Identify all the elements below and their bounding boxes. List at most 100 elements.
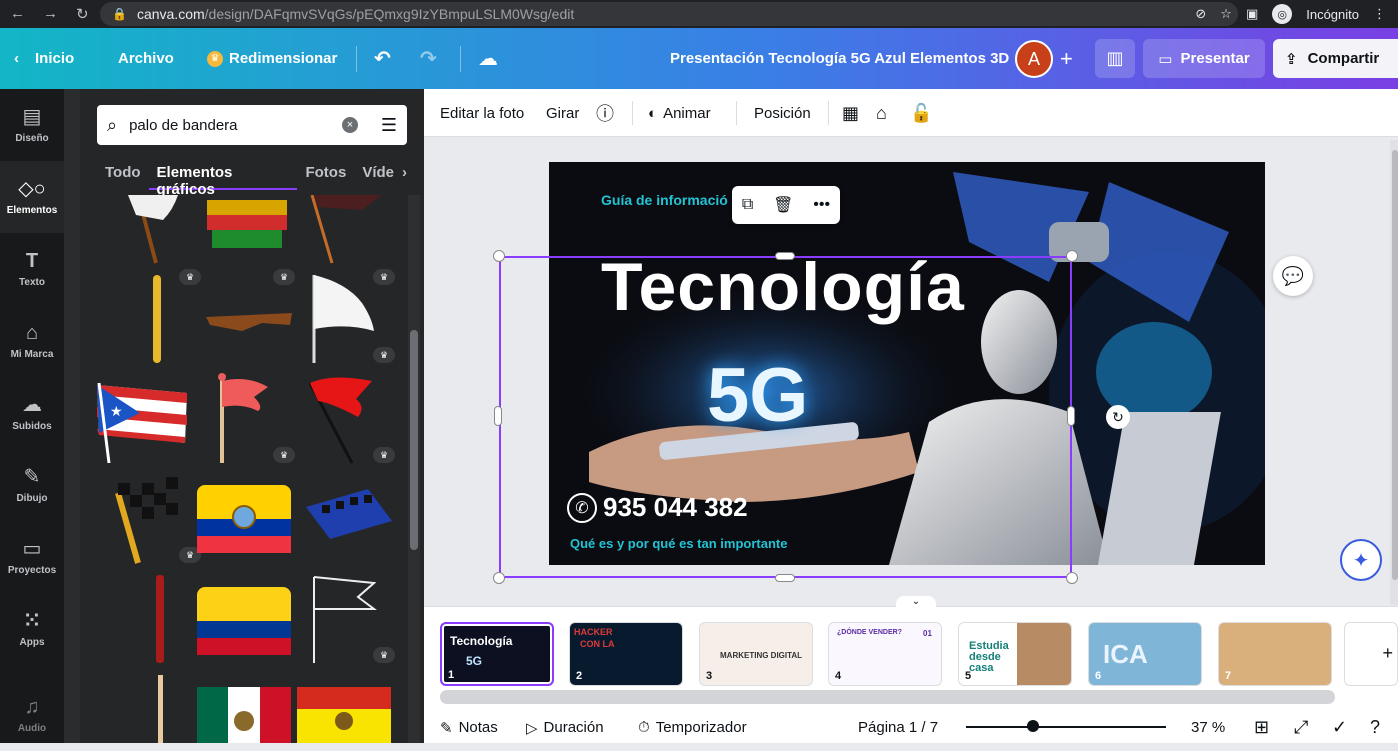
bolivia-flag-graphic[interactable] — [297, 687, 391, 743]
chevron-down-icon[interactable]: ⌄ — [896, 596, 936, 610]
trash-icon[interactable]: 🗑 — [773, 195, 793, 215]
info-icon[interactable]: ⓘ — [596, 89, 614, 137]
slide-subtitle[interactable]: Guía de informació — [601, 192, 728, 208]
zoom-slider[interactable] — [966, 726, 1166, 728]
more-icon[interactable]: ••• — [813, 196, 830, 214]
tab-graphics[interactable]: Elementos gráficos — [148, 160, 298, 198]
page-thumb-5[interactable]: Estudia desde casa 5 — [958, 622, 1072, 686]
tab-all[interactable]: Todo — [97, 160, 149, 190]
outline-flag-graphic[interactable]: ♛ — [302, 573, 397, 663]
add-collaborator-icon[interactable]: + — [1060, 28, 1073, 89]
rail-item-uploads[interactable]: ☁ Subidos — [0, 377, 64, 449]
lock-icon[interactable]: 🔓 — [910, 89, 932, 137]
rail-item-draw[interactable]: ✎ Dibujo — [0, 449, 64, 521]
wood-branch-graphic[interactable] — [202, 273, 297, 363]
page-thumb-4[interactable]: ¿DÓNDE VENDER? 01 4 — [828, 622, 942, 686]
rail-item-projects[interactable]: ▭ Proyectos — [0, 521, 64, 593]
rotate-button[interactable]: Girar — [546, 89, 579, 137]
add-page-button[interactable]: + — [1344, 622, 1398, 686]
position-button[interactable]: Posición — [754, 89, 811, 137]
resize-button[interactable]: ♛ Redimensionar — [207, 28, 337, 89]
paint-roller-icon[interactable]: ⌂ — [876, 89, 887, 137]
redo-icon[interactable]: ↷ — [420, 28, 437, 89]
undo-icon[interactable]: ↶ — [374, 28, 391, 89]
edit-photo-button[interactable]: Editar la foto — [440, 89, 524, 137]
mexico-flag-graphic[interactable] — [197, 687, 291, 743]
notes-button[interactable]: ✎ Notas — [440, 712, 498, 743]
tab-videos[interactable]: Víde — [354, 160, 402, 190]
grid-view-icon[interactable]: ⊞ — [1254, 712, 1269, 743]
resize-handle-tr[interactable] — [1066, 250, 1078, 262]
page-thumb-2[interactable]: HACKER CON LA 2 — [569, 622, 683, 686]
memory-chip-graphic[interactable] — [302, 487, 397, 577]
page-thumb-3[interactable]: MARKETING DIGITAL 3 — [699, 622, 813, 686]
canvas-scroll-thumb[interactable] — [1392, 150, 1398, 580]
rail-item-text[interactable]: T Texto — [0, 233, 64, 305]
rail-item-apps[interactable]: ⁙ Apps — [0, 593, 64, 665]
wooden-pole-graphic[interactable] — [108, 673, 203, 743]
avatar[interactable]: A — [1015, 40, 1053, 78]
rail-item-elements[interactable]: ◇○ Elementos — [0, 161, 64, 233]
flag-white-pole-graphic[interactable]: ♛ — [108, 195, 203, 285]
address-bar[interactable]: 🔒 canva.com /design/DAFqmvSVqGs/pEQmxg9I… — [100, 2, 1238, 26]
rail-item-brand[interactable]: ⌂ Mi Marca — [0, 305, 64, 377]
red-flag-pole-graphic[interactable]: ♛ — [202, 373, 297, 463]
colombia-flag-graphic[interactable] — [197, 587, 291, 655]
check-circle-icon[interactable]: ✓ — [1332, 712, 1347, 743]
zoom-value[interactable]: 37 % — [1191, 712, 1225, 743]
resize-handle-br[interactable] — [1066, 572, 1078, 584]
duration-button[interactable]: ▷ Duración — [526, 712, 604, 743]
transparency-icon[interactable]: ▦ — [842, 89, 859, 137]
home-button[interactable]: ‹ Inicio — [14, 28, 74, 89]
clear-icon[interactable]: × — [342, 117, 358, 133]
eye-off-icon[interactable]: ⊘ — [1195, 6, 1206, 22]
resize-handle-right[interactable] — [1067, 406, 1075, 426]
present-button[interactable]: ▭ Presentar — [1143, 39, 1265, 78]
page-thumb-1[interactable]: Tecnología 5G 1 — [440, 622, 554, 686]
page-thumb-6[interactable]: ICA 6 — [1088, 622, 1202, 686]
chevron-right-icon[interactable]: › — [402, 160, 407, 190]
incognito-icon[interactable]: ◎ — [1272, 4, 1293, 24]
resize-handle-left[interactable] — [494, 406, 502, 426]
magic-assistant-button[interactable]: ✦ — [1340, 539, 1382, 581]
cloud-saved-icon[interactable]: ☁ — [478, 28, 498, 89]
rail-item-audio[interactable]: ♫ Audio — [0, 679, 64, 751]
filter-icon[interactable]: ☰ — [381, 115, 397, 136]
puerto-rico-flag-graphic[interactable]: ★ — [95, 373, 190, 464]
resize-handle-top[interactable] — [775, 252, 795, 260]
rail-item-design[interactable]: ▤ Diseño — [0, 89, 64, 161]
document-title[interactable]: Presentación Tecnología 5G Azul Elemento… — [670, 28, 1009, 89]
back-icon[interactable]: ← — [10, 5, 25, 23]
menu-icon[interactable]: ⋮ — [1373, 6, 1386, 22]
page-indicator[interactable]: Página 1 / 7 — [858, 712, 938, 743]
resize-handle-bl[interactable] — [493, 572, 505, 584]
resize-handle-bottom[interactable] — [775, 574, 795, 582]
star-icon[interactable]: ☆ — [1220, 6, 1232, 22]
sidepanel-icon[interactable]: ▣ — [1246, 6, 1258, 22]
add-comment-button[interactable]: 💬 — [1273, 256, 1313, 296]
file-menu[interactable]: Archivo — [118, 28, 174, 89]
flag-dark-graphic[interactable]: ♛ — [302, 195, 397, 285]
fullscreen-icon[interactable]: ⤢ — [1294, 712, 1308, 743]
filmstrip-scrollbar[interactable] — [440, 690, 1335, 704]
resize-handle-tl[interactable] — [493, 250, 505, 262]
forward-icon[interactable]: → — [43, 5, 58, 23]
checkered-flag-graphic[interactable]: ♛ — [108, 473, 203, 564]
search-input[interactable]: ⌕ palo de bandera × ☰ — [97, 105, 407, 145]
insights-button[interactable]: ▥ — [1095, 39, 1135, 78]
panel-scroll-thumb[interactable] — [410, 330, 418, 550]
animate-button[interactable]: ◐ Animar — [648, 89, 711, 137]
ecuador-flag-graphic[interactable] — [197, 485, 291, 553]
duplicate-icon[interactable]: ⧉ — [742, 196, 753, 214]
flag-bunting-graphic[interactable]: ♛ — [202, 195, 297, 285]
tab-photos[interactable]: Fotos — [297, 160, 354, 190]
yellow-stick-graphic[interactable] — [108, 273, 203, 363]
timer-button[interactable]: ⏱ Temporizador — [638, 712, 747, 743]
rotate-handle-icon[interactable]: ↻ — [1106, 405, 1130, 429]
share-button[interactable]: ⇪ Compartir — [1273, 39, 1398, 78]
red-stick-graphic[interactable] — [108, 573, 203, 663]
help-icon[interactable]: ? — [1370, 712, 1380, 743]
white-flag-graphic[interactable]: ♛ — [302, 273, 397, 363]
selection-box[interactable] — [499, 256, 1072, 578]
page-thumb-7[interactable]: 7 — [1218, 622, 1332, 686]
